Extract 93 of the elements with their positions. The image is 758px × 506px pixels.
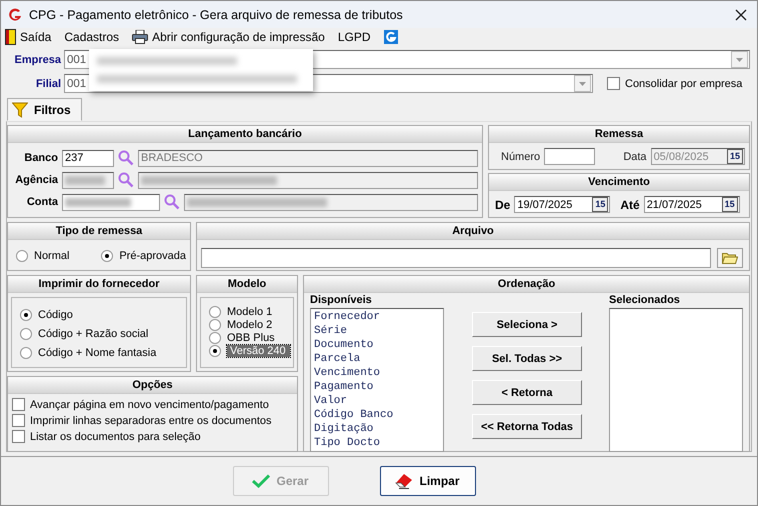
field-label: Número xyxy=(501,150,540,162)
list-item[interactable]: Tipo Docto xyxy=(314,436,440,450)
move-button[interactable]: << Retorna Todas xyxy=(472,414,582,439)
group-title: Remessa xyxy=(489,126,749,143)
group-title: Opções xyxy=(8,377,297,394)
field-label: Até xyxy=(620,198,640,212)
filter-icon xyxy=(12,102,28,118)
move-button[interactable]: Sel. Todas >> xyxy=(472,346,582,371)
checkbox[interactable] xyxy=(607,77,620,90)
blurred-text xyxy=(65,176,105,184)
radio-label: Código xyxy=(38,309,73,321)
list-item[interactable]: Fornecedor xyxy=(314,310,440,324)
list-label: Selecionados xyxy=(609,293,681,308)
window-title: CPG - Pagamento eletrônico - Gera arquivo de remessa de tributos xyxy=(29,8,404,22)
list-item[interactable]: Pagamento xyxy=(314,380,440,394)
radio-label: Versão 240 xyxy=(227,345,290,357)
checkbox-label: Listar os documentos para seleção xyxy=(30,430,201,442)
checkbox[interactable] xyxy=(12,414,25,427)
radio-button[interactable] xyxy=(209,319,221,331)
calendar-button[interactable]: 15 xyxy=(592,197,608,212)
move-button[interactable]: < Retorna xyxy=(472,380,582,405)
door-icon xyxy=(5,29,16,45)
blurred-text xyxy=(65,198,131,206)
date-field[interactable]: 19/07/2025 15 xyxy=(514,196,610,213)
radio-button[interactable] xyxy=(20,309,32,321)
group-title: Imprimir do fornecedor xyxy=(8,276,190,293)
menu-item[interactable]: Abrir configuração de impressão xyxy=(132,30,325,44)
number-field[interactable] xyxy=(544,148,596,165)
radio-label: Modelo 2 xyxy=(227,319,272,331)
close-icon[interactable] xyxy=(735,8,747,20)
search-icon[interactable] xyxy=(118,150,134,166)
printer-icon xyxy=(132,30,148,44)
list-item[interactable]: Documento xyxy=(314,338,440,352)
account-field[interactable] xyxy=(62,194,160,210)
date-field[interactable]: 21/07/2025 15 xyxy=(644,196,740,213)
checkbox-label: Imprimir linhas separadoras entre os documentos xyxy=(30,414,272,426)
field-label: Filial xyxy=(34,78,62,90)
radio-button[interactable] xyxy=(209,332,221,344)
menu-item[interactable]: LGPD xyxy=(338,30,371,44)
file-path-field[interactable] xyxy=(201,248,711,268)
group-title: Modelo xyxy=(197,276,297,293)
app-logo-icon xyxy=(7,6,23,22)
menu-item[interactable]: Cadastros xyxy=(64,30,120,44)
list-label: Disponíveis xyxy=(310,293,373,308)
group-title: Ordenação xyxy=(304,276,749,293)
tab[interactable]: Filtros xyxy=(7,98,82,121)
checkbox-label: Avançar página em novo vencimento/pagamento xyxy=(30,398,269,410)
radio-button[interactable] xyxy=(101,250,114,262)
field-label: Conta xyxy=(26,196,58,208)
check-icon xyxy=(252,474,270,488)
checkbox[interactable] xyxy=(12,398,25,411)
field-label: Banco xyxy=(23,152,58,164)
move-button[interactable]: Seleciona > xyxy=(472,312,582,337)
list-item[interactable]: Código Banco xyxy=(314,408,440,422)
field-label: Agência xyxy=(14,174,58,186)
group-title: Lançamento bancário xyxy=(8,126,482,143)
list-item[interactable]: Série xyxy=(314,324,440,338)
radio-button[interactable] xyxy=(209,345,221,357)
list-item[interactable]: Parcela xyxy=(314,352,440,366)
field-label: Data xyxy=(623,150,647,162)
radio-button[interactable] xyxy=(20,347,32,359)
search-icon[interactable] xyxy=(118,172,134,188)
field-label: Empresa xyxy=(14,54,62,66)
radio-label: Modelo 1 xyxy=(227,306,272,318)
list-item[interactable]: Vencimento xyxy=(314,366,440,380)
group-title: Arquivo xyxy=(197,223,749,240)
field-label: De xyxy=(495,198,510,212)
logo-menu-item[interactable] xyxy=(384,30,398,44)
bank-name-field: BRADESCO xyxy=(138,150,478,166)
logo-icon xyxy=(384,30,398,44)
checkbox[interactable] xyxy=(12,430,25,443)
radio-button[interactable] xyxy=(20,328,32,340)
group-title: Vencimento xyxy=(489,174,749,191)
radio-label: Pré-aprovada xyxy=(119,250,186,262)
folder-icon xyxy=(722,252,738,264)
list-item[interactable]: Valor xyxy=(314,394,440,408)
agency-field[interactable] xyxy=(62,172,114,188)
eraser-icon xyxy=(395,473,414,489)
radio-label: Código + Razão social xyxy=(38,328,148,340)
radio-label: Código + Nome fantasia xyxy=(38,347,156,359)
menu-item[interactable]: Saída xyxy=(5,29,52,45)
radio-label: Normal xyxy=(34,250,70,262)
search-icon[interactable] xyxy=(164,194,180,210)
browse-button[interactable] xyxy=(717,248,743,268)
list-item[interactable]: Digitação xyxy=(314,422,440,436)
bank-code-field[interactable]: 237 xyxy=(62,150,114,166)
radio-button[interactable] xyxy=(209,306,221,318)
radio-button[interactable] xyxy=(16,250,28,262)
radio-label: OBB Plus xyxy=(227,332,275,344)
action-button[interactable]: Limpar xyxy=(380,466,476,496)
calendar-button[interactable]: 15 xyxy=(722,197,738,212)
group-title: Tipo de remessa xyxy=(8,223,190,240)
checkbox-label: Consolidar por empresa xyxy=(625,78,742,90)
